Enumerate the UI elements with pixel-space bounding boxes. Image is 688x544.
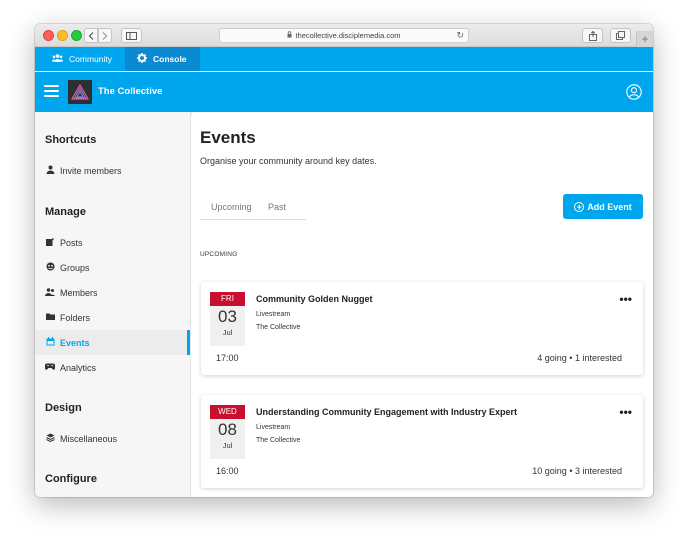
user-icon [45, 165, 55, 176]
sidebar-item-label: Groups [60, 262, 90, 273]
sidebar-item-label: Events [60, 337, 90, 348]
event-type: Livestream [256, 311, 291, 318]
tab-community-label: Community [69, 54, 112, 64]
tabs-icon [616, 31, 625, 40]
event-date: WED 08 Jul [210, 405, 245, 459]
more-options-icon[interactable]: ••• [619, 292, 632, 306]
app-header: The Collective [35, 72, 653, 112]
lock-icon [287, 31, 292, 40]
sidebar-item-label: Folders [60, 312, 91, 323]
show-tabs-button[interactable] [610, 28, 631, 43]
sidebar-item-groups[interactable]: Groups [35, 255, 190, 280]
sidebar-item-events[interactable]: Events [35, 330, 190, 355]
event-date: FRI 03 Jul [210, 292, 245, 346]
sidebar-item-label: Posts [60, 237, 83, 248]
event-attendance: 10 going • 3 interested [532, 466, 622, 476]
tab-console-label: Console [153, 54, 187, 64]
close-window-button[interactable] [43, 30, 54, 41]
new-tab-button[interactable]: + [636, 31, 653, 47]
sidebar-item-label: Invite members [60, 165, 122, 176]
sidebar-toggle-button[interactable] [121, 28, 142, 43]
sidebar-section-configure: Configure [45, 473, 97, 485]
section-label-upcoming: UPCOMING [200, 251, 238, 258]
reload-icon[interactable]: ↻ [456, 30, 464, 41]
browser-window: thecollective.disciplemedia.com ↻ + Comm… [35, 24, 653, 497]
sidebar-section-manage: Manage [45, 206, 86, 218]
more-options-icon[interactable]: ••• [619, 405, 632, 419]
sidebar-item-folders[interactable]: Folders [35, 305, 190, 330]
page-subtitle: Organise your community around key dates… [200, 156, 377, 166]
event-attendance: 4 going • 1 interested [537, 353, 622, 363]
user-profile-icon[interactable] [626, 84, 642, 100]
users-icon [51, 53, 64, 65]
event-day: 08 [218, 420, 237, 439]
tab-community[interactable]: Community [40, 47, 125, 71]
calendar-icon [45, 337, 55, 348]
share-button[interactable] [582, 28, 603, 43]
events-tabs: Upcoming Past [200, 198, 306, 220]
minimize-window-button[interactable] [57, 30, 68, 41]
event-host: The Collective [256, 324, 301, 331]
add-event-button[interactable]: + Add Event [563, 194, 643, 219]
zoom-window-button[interactable] [71, 30, 82, 41]
sidebar-item-members[interactable]: Members [35, 280, 190, 305]
event-host: The Collective [256, 437, 301, 444]
layers-icon [45, 433, 55, 444]
members-icon [45, 287, 55, 298]
plus-circle-icon: + [574, 201, 585, 212]
event-title[interactable]: Community Golden Nugget [256, 294, 373, 304]
gear-icon [137, 52, 147, 66]
tab-console[interactable]: Console [125, 47, 200, 71]
console-tab-bar: Community Console [35, 47, 653, 71]
tab-upcoming[interactable]: Upcoming [211, 202, 252, 212]
tab-past[interactable]: Past [268, 202, 286, 212]
event-time: 16:00 [216, 466, 239, 476]
sidebar-item-miscellaneous[interactable]: Miscellaneous [35, 426, 190, 451]
sidebar-item-label: Members [60, 287, 98, 298]
sidebar-section-design: Design [45, 402, 82, 414]
page-title: Events [200, 128, 256, 147]
folder-icon [45, 313, 55, 322]
address-bar[interactable]: thecollective.disciplemedia.com ↻ [219, 28, 469, 43]
groups-icon [45, 262, 55, 273]
back-button[interactable] [84, 28, 98, 43]
sidebar-item-analytics[interactable]: Analytics [35, 355, 190, 380]
sidebar-icon [126, 31, 137, 40]
event-weekday: FRI [210, 292, 245, 306]
url-text: thecollective.disciplemedia.com [295, 31, 401, 40]
menu-icon[interactable] [44, 85, 59, 98]
event-title[interactable]: Understanding Community Engagement with … [256, 407, 517, 417]
event-month: Jul [222, 328, 233, 337]
sidebar-section-shortcuts: Shortcuts [45, 134, 97, 146]
event-weekday: WED [210, 405, 245, 419]
chevron-left-icon [88, 31, 94, 40]
community-name[interactable]: The Collective [98, 86, 162, 97]
community-logo[interactable] [68, 80, 92, 104]
chevron-right-icon [102, 31, 108, 40]
event-type: Livestream [256, 424, 291, 431]
event-month: Jul [222, 441, 233, 450]
sidebar-item-label: Analytics [60, 362, 97, 373]
edit-icon [45, 237, 55, 248]
event-card[interactable]: FRI 03 Jul Community Golden Nugget Lives… [201, 282, 643, 375]
sidebar-item-invite-members[interactable]: Invite members [35, 158, 190, 183]
events-page: Events Organise your community around ke… [192, 112, 653, 497]
event-day: 03 [218, 307, 237, 326]
event-card[interactable]: WED 08 Jul Understanding Community Engag… [201, 395, 643, 488]
sidebar-item-label: Miscellaneous [60, 433, 118, 444]
share-icon [588, 30, 597, 41]
sidebar-item-posts[interactable]: Posts [35, 230, 190, 255]
browser-toolbar: thecollective.disciplemedia.com ↻ + [35, 24, 653, 47]
add-event-label: Add Event [587, 201, 632, 212]
gamepad-icon [45, 363, 55, 372]
console-sidebar: Shortcuts Invite members Manage Posts Gr… [35, 112, 191, 497]
event-time: 17:00 [216, 353, 239, 363]
forward-button[interactable] [98, 28, 112, 43]
